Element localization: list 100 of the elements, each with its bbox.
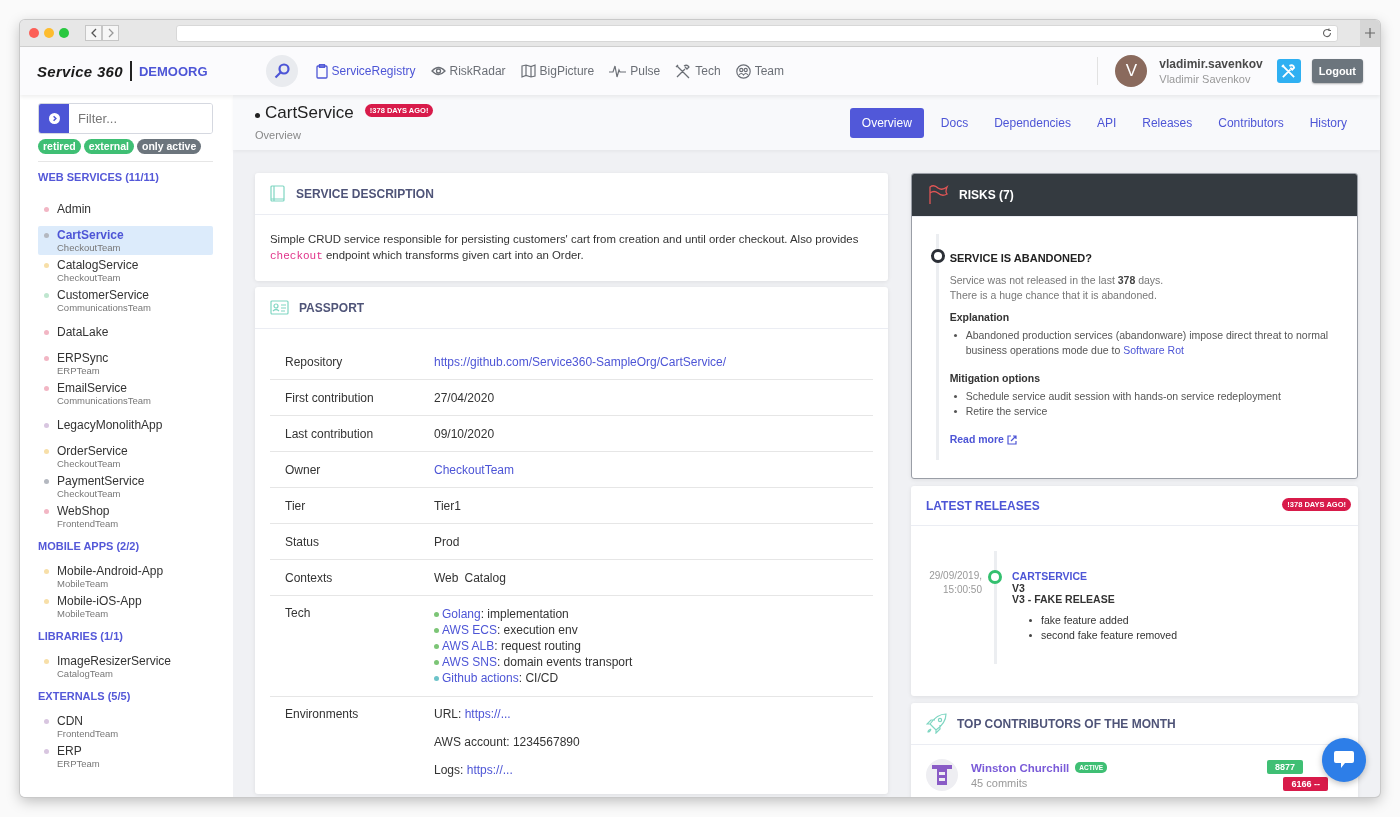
tab[interactable]: API — [1085, 108, 1128, 138]
sidebar-item[interactable]: Mobile-Android-App MobileTeam — [38, 562, 213, 591]
contributor-name[interactable]: Winston Churchill — [971, 761, 1070, 774]
sidebar-item[interactable]: Mobile-iOS-App MobileTeam — [38, 592, 213, 621]
book-icon — [270, 184, 286, 203]
sidebar-item[interactable]: ImageResizerService CatalogTeam — [38, 652, 213, 681]
sidebar-item[interactable]: CustomerService CommunicationsTeam — [38, 286, 213, 315]
tab[interactable]: History — [1298, 108, 1358, 138]
search-button[interactable] — [265, 55, 298, 87]
team-name: CheckoutTeam — [57, 488, 122, 499]
sidebar-item[interactable]: CartService CheckoutTeam — [38, 226, 213, 255]
team-name: CommunicationsTeam — [57, 302, 151, 313]
sidebar-item[interactable]: OrderService CheckoutTeam — [38, 442, 213, 471]
risk-text: Service was not released in the last 378 days. — [949, 273, 1165, 288]
value-text: 27/04/2020 — [434, 390, 495, 405]
mitigation-item: Retire the service — [965, 404, 1049, 419]
pulse-icon — [609, 64, 627, 78]
new-tab-button[interactable] — [1360, 20, 1380, 47]
release-title: V3 - FAKE RELEASE — [1012, 594, 1116, 606]
plus-icon — [1365, 28, 1375, 38]
user-login: vladimir.savenkov — [1159, 57, 1263, 71]
risk-title: SERVICE IS ABANDONED? — [949, 251, 1094, 266]
filter-tag[interactable]: only active — [136, 139, 202, 154]
filter-field[interactable]: Filter... — [38, 103, 213, 134]
timeline-ring-icon — [931, 249, 945, 263]
technology-link[interactable]: AWS ECS — [442, 623, 497, 637]
sidebar-item[interactable]: CatalogService CheckoutTeam — [38, 256, 213, 285]
page-title: CartService — [265, 103, 354, 123]
nav-link[interactable]: RiskRadar — [430, 63, 506, 79]
team-name: CommunicationsTeam — [57, 395, 151, 406]
tab[interactable]: Overview — [849, 108, 924, 138]
team-name: MobileTeam — [57, 578, 110, 589]
context-tag: Catalog — [464, 570, 506, 585]
service-name: WebShop — [57, 504, 111, 518]
sidebar-item[interactable]: ERP ERPTeam — [38, 742, 213, 771]
tab[interactable]: Releases — [1131, 108, 1204, 138]
nav-link[interactable]: Tech — [675, 63, 721, 79]
sidebar-item[interactable]: LegacyMonolithApp — [38, 409, 213, 441]
mitigation-item: Schedule service audit session with hands-on service redeployment — [965, 389, 1282, 404]
reload-icon[interactable] — [1322, 28, 1332, 38]
value-link[interactable]: CheckoutTeam — [434, 462, 515, 477]
field-label: Tier — [284, 498, 307, 513]
technology-link[interactable]: Github actions — [442, 671, 519, 685]
group-title: LIBRARIES (1/1) — [38, 630, 124, 642]
sidebar-item[interactable]: CDN FrontendTeam — [38, 712, 213, 741]
external-link-icon — [1006, 434, 1017, 445]
map-icon — [520, 64, 536, 78]
nav-link[interactable]: BigPicture — [520, 63, 595, 79]
release-note: second fake feature removed — [1041, 627, 1177, 643]
team-name: FrontendTeam — [57, 728, 119, 739]
technology-link[interactable]: Golang — [442, 607, 481, 621]
group-title: EXTERNALS (5/5) — [38, 690, 132, 702]
service-name: ERP — [57, 744, 83, 758]
tech-entry: Golang: implementation — [442, 606, 569, 622]
avatar: V — [1115, 55, 1148, 87]
address-field[interactable] — [176, 24, 1338, 42]
card-title: RISKS (7) — [959, 188, 1014, 202]
filter-toggle-button[interactable] — [39, 104, 69, 133]
description-text: Simple CRUD service responsible for persisting customers' cart from creation and until order checkout. Also provides checkout endpoint which transforms given cart into an Order. — [269, 232, 860, 264]
timeline-ring-icon — [988, 570, 1002, 584]
lines-removed: 6166 -- — [1283, 776, 1328, 791]
tab[interactable]: Contributors — [1207, 108, 1295, 138]
context-tag: Web — [434, 570, 459, 585]
nav-link[interactable]: Team — [735, 63, 784, 79]
software-rot-link[interactable]: Software Rot — [1123, 344, 1184, 356]
logout-button[interactable]: Logout — [1311, 59, 1363, 83]
service-name: ImageResizerService — [57, 654, 172, 668]
team-name: FrontendTeam — [57, 518, 119, 529]
team-name: CheckoutTeam — [57, 242, 122, 253]
technology-link[interactable]: AWS SNS — [442, 655, 497, 669]
release-version: V3 — [1012, 582, 1026, 594]
tab[interactable]: Dependencies — [983, 108, 1082, 138]
bullet-icon — [953, 395, 957, 398]
service-name: LegacyMonolithApp — [57, 418, 163, 432]
explanation-text: Abandoned production services (abandonware) impose direct threat to normal business operations mode due to Software Rot — [965, 328, 1330, 358]
sidebar-item[interactable]: Admin — [38, 193, 213, 225]
logo: Service 360 — [37, 62, 123, 80]
tech-entry: AWS ALB: request routing — [442, 638, 581, 654]
sidebar-item[interactable]: DataLake — [38, 316, 213, 348]
back-button[interactable] — [85, 25, 102, 41]
nav-link[interactable]: Pulse — [609, 63, 661, 79]
tools-button[interactable] — [1276, 59, 1301, 83]
value-link[interactable]: https://github.com/Service360-SampleOrg/CartService/ — [434, 354, 727, 369]
read-more-link[interactable]: Read more — [949, 432, 1017, 447]
team-name: ERPTeam — [57, 758, 100, 769]
window-controls-icon[interactable] — [29, 28, 69, 38]
service-name: CatalogService — [57, 258, 139, 272]
environment-link[interactable]: https://... — [464, 707, 511, 721]
field-label: Owner — [284, 462, 322, 477]
nav-link[interactable]: ServiceRegistry — [315, 63, 416, 79]
environment-link[interactable]: https://... — [466, 763, 513, 777]
tab[interactable]: Docs — [929, 108, 980, 138]
team-icon — [735, 63, 751, 79]
sidebar-item[interactable]: WebShop FrontendTeam — [38, 502, 213, 531]
field-label: First contribution — [284, 390, 375, 405]
release-service-link[interactable]: CARTSERVICE — [1012, 570, 1088, 582]
sidebar-item[interactable]: EmailService CommunicationsTeam — [38, 379, 213, 408]
sidebar-item[interactable]: PaymentService CheckoutTeam — [38, 472, 213, 501]
section-heading: Mitigation options — [949, 371, 1042, 386]
sidebar-item[interactable]: ERPSync ERPTeam — [38, 349, 213, 378]
